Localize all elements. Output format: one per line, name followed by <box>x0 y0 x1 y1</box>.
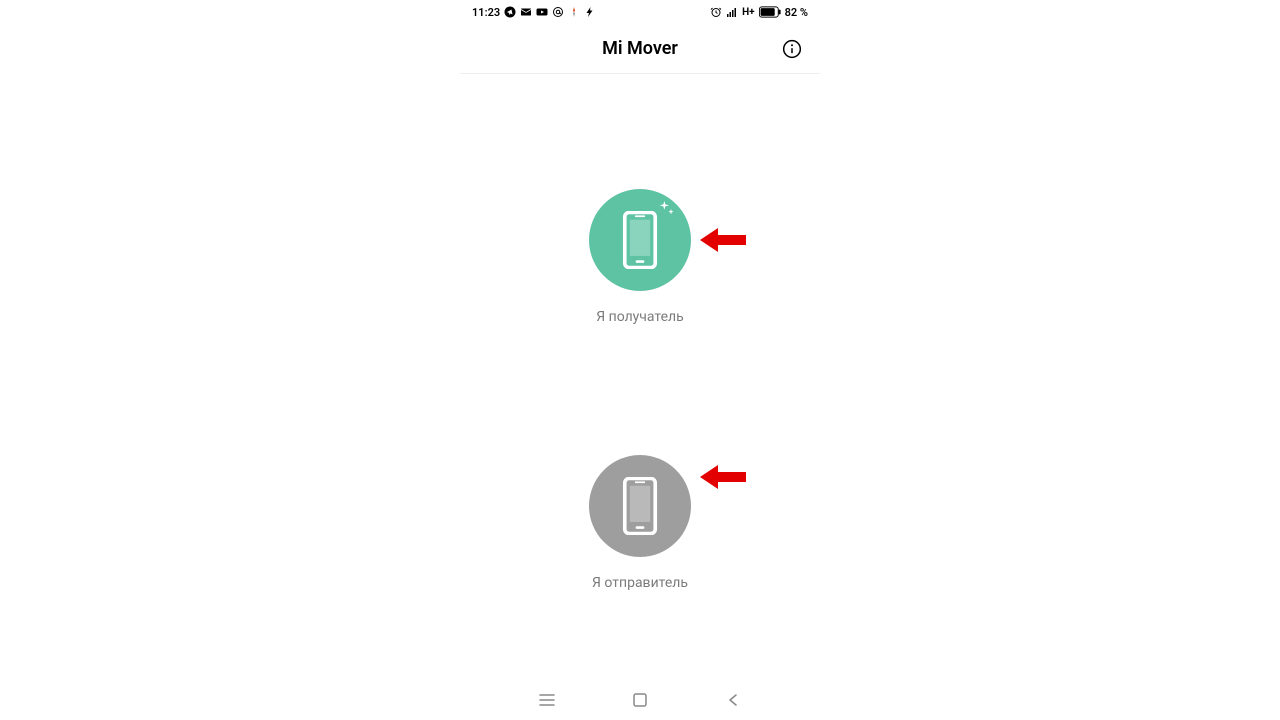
compass-icon <box>568 6 580 18</box>
sender-circle <box>589 455 691 557</box>
bolt-icon <box>584 6 596 18</box>
app-header: Mi Mover <box>460 24 820 74</box>
phone-sparkle-icon <box>620 211 660 269</box>
receiver-circle <box>589 189 691 291</box>
nav-recent-button[interactable] <box>527 680 567 720</box>
alarm-icon <box>710 6 722 18</box>
menu-icon <box>539 693 555 707</box>
phone-icon <box>620 477 660 535</box>
phone-screen: 11:23 <box>460 0 820 720</box>
status-bar: 11:23 <box>460 0 820 24</box>
chevron-left-icon <box>727 693 739 707</box>
status-left: 11:23 <box>472 6 596 19</box>
square-icon <box>633 693 647 707</box>
receiver-label: Я получатель <box>596 309 684 325</box>
battery-percent: 82 % <box>785 6 808 19</box>
receiver-option[interactable]: Я получатель <box>589 189 691 325</box>
status-time: 11:23 <box>472 6 500 19</box>
sender-label: Я отправитель <box>592 575 688 591</box>
nav-home-button[interactable] <box>620 680 660 720</box>
sender-option[interactable]: Я отправитель <box>589 455 691 591</box>
battery-icon <box>759 6 781 18</box>
network-type: H+ <box>742 7 755 18</box>
telegram-icon <box>504 6 516 18</box>
main-content: Я получатель Я отправитель <box>460 74 820 680</box>
youtube-icon <box>536 6 548 18</box>
mail-icon <box>520 6 532 18</box>
nav-back-button[interactable] <box>713 680 753 720</box>
at-icon <box>552 6 564 18</box>
info-button[interactable] <box>782 39 802 59</box>
signal-icon <box>726 6 738 18</box>
status-right: H+ 82 % <box>710 6 808 19</box>
page-title: Mi Mover <box>602 38 678 59</box>
sparkle-icon <box>659 201 675 217</box>
info-icon <box>782 39 802 59</box>
nav-bar <box>460 680 820 720</box>
